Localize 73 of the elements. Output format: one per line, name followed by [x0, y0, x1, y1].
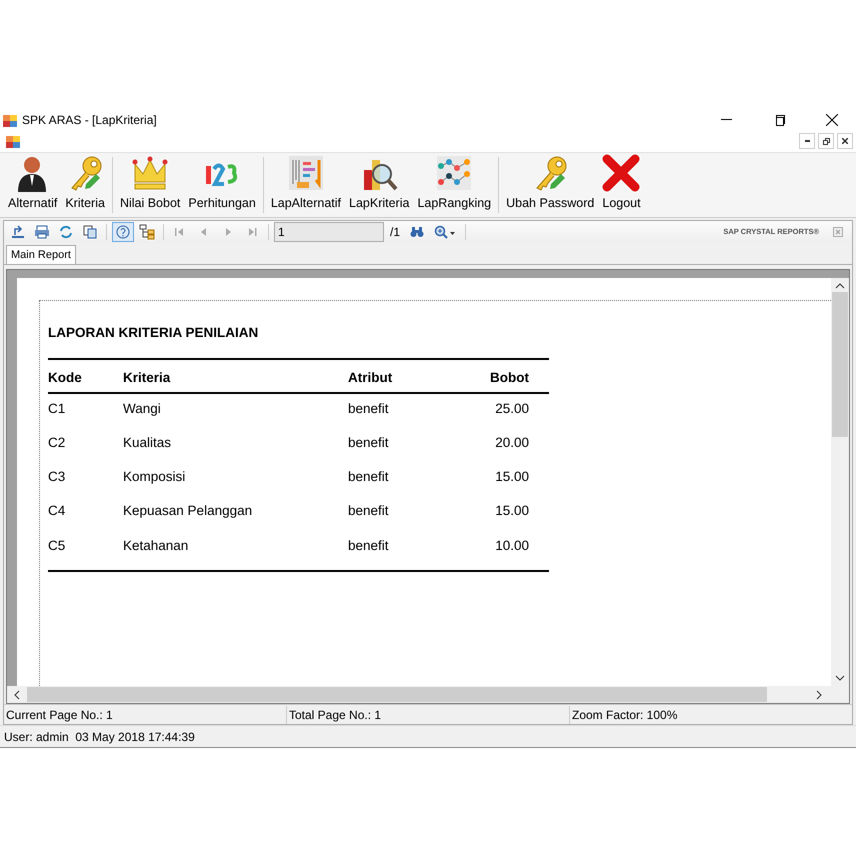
table-cell: C5 [48, 530, 123, 571]
table-cell: Ketahanan [123, 530, 348, 571]
close-icon [602, 154, 640, 192]
page-total: /1 [390, 224, 400, 241]
table-cell-text: 15.00 [494, 502, 530, 520]
toolbar-button[interactable]: Nilai Bobot [116, 154, 184, 215]
close-icon [833, 227, 843, 237]
table-cell: Wangi [123, 392, 348, 428]
column-header: Kode [48, 359, 123, 392]
minimize-icon [804, 140, 810, 142]
horizontal-scrollbar[interactable] [7, 686, 831, 703]
status-text: Total Page No.: 1 [286, 706, 569, 724]
minimize-icon [720, 119, 732, 121]
report-tab[interactable]: Main Report [6, 244, 76, 264]
scrollbar-thumb[interactable] [27, 687, 767, 702]
toolbar-button[interactable]: Kriteria [61, 154, 109, 215]
crown-icon [131, 154, 170, 192]
table-cell-text: 15.00 [494, 468, 530, 486]
print-icon [34, 224, 50, 240]
close-icon [826, 114, 838, 126]
column-header: Kriteria [123, 359, 348, 392]
binoculars-icon [410, 226, 424, 238]
status-text: User: admin 03 May 2018 17:44:39 [4, 728, 195, 746]
minimize-button[interactable] [799, 133, 815, 149]
restore-icon [774, 114, 784, 126]
table-cell-text: Kualitas [123, 434, 172, 452]
table-cell-text: Kepuasan Pelanggan [123, 502, 254, 520]
table-cell: benefit [348, 530, 473, 571]
status-text: Current Page No.: 1 [5, 706, 114, 724]
scroll-left-icon [13, 690, 21, 700]
table-cell-text: Komposisi [123, 468, 186, 486]
refresh-icon [58, 224, 74, 240]
scroll-up-icon [835, 282, 845, 290]
window-title: SPK ARAS - [LapKriteria] [22, 112, 157, 129]
page-number-field[interactable]: 1 [274, 222, 384, 242]
zoom-icon [434, 225, 456, 239]
app-icon [3, 114, 17, 128]
table-cell: benefit [348, 392, 473, 428]
help-icon [115, 224, 131, 240]
table-cell-text: benefit [348, 434, 390, 452]
table-cell-text: C4 [48, 502, 66, 520]
column-header: Atribut [348, 359, 473, 392]
table-cell-text: C3 [48, 468, 66, 486]
restore-icon [822, 138, 830, 144]
scrollbar-thumb[interactable] [832, 292, 848, 437]
copy-icon [82, 224, 98, 240]
column-header: Bobot [473, 359, 549, 392]
table-cell: 10.00 [473, 530, 549, 571]
scroll-right-icon [815, 690, 823, 700]
table-cell-text: benefit [348, 502, 390, 520]
report-title: LAPORAN KRITERIA PENILAIAN [48, 324, 260, 342]
toolbar-button[interactable] [112, 222, 134, 242]
tree-icon [139, 224, 155, 240]
toolbar-button[interactable]: LapKriteria [345, 154, 414, 215]
vertical-scrollbar[interactable] [831, 278, 849, 686]
table-cell-text: C2 [48, 434, 66, 452]
app-icon [6, 134, 20, 149]
close-button[interactable] [837, 133, 853, 149]
close-icon [842, 138, 848, 144]
table-cell-text: 20.00 [494, 434, 530, 452]
scroll-down-icon [835, 674, 845, 682]
toolbar-button[interactable]: Perhitungan [184, 154, 260, 215]
restore-button[interactable] [818, 133, 834, 149]
table-cell: C1 [48, 392, 123, 428]
toolbar-button[interactable]: Ubah Password [502, 154, 598, 215]
table-cell-text: benefit [348, 468, 390, 486]
table-cell: 25.00 [473, 392, 549, 428]
status-text: Zoom Factor: 100% [569, 706, 852, 724]
toolbar-button[interactable]: Alternatif [4, 154, 62, 215]
export-icon [10, 224, 26, 240]
toolbar-button[interactable]: LapAlternatif [266, 154, 345, 215]
toolbar-button[interactable]: Logout [598, 154, 645, 215]
toolbar-button[interactable]: LapRangking [413, 154, 496, 215]
